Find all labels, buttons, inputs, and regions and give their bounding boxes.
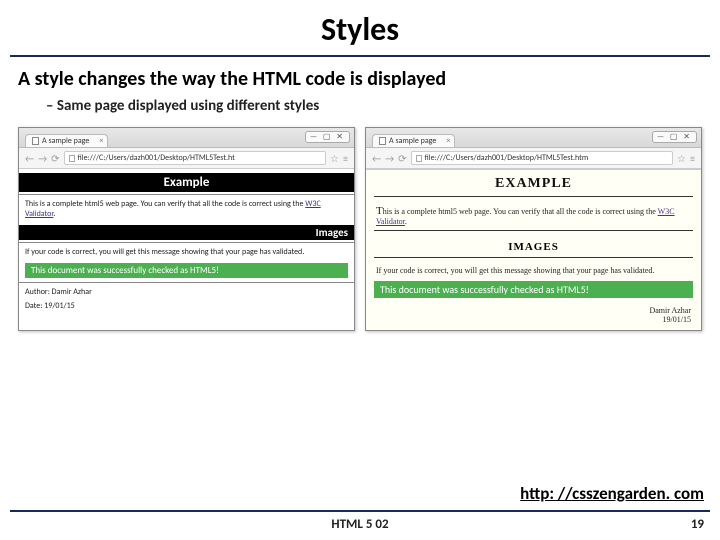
validation-banner: This document was successfully checked a…: [374, 281, 693, 298]
page-content: EXAMPLE This is a complete html5 web pag…: [366, 169, 701, 330]
close-tab-icon[interactable]: ×: [99, 136, 103, 146]
divider: [19, 194, 354, 195]
para-text: This is a complete html5 web page. You c…: [25, 199, 305, 209]
address-bar: ← → ⟳ file:///C:/Users/dazh001/Desktop/H…: [19, 148, 354, 169]
forward-icon[interactable]: →: [38, 152, 47, 165]
validation-banner: This document was successfully checked a…: [25, 263, 348, 278]
divider: [19, 242, 354, 243]
para-text-end: .: [53, 209, 55, 219]
browser-left: — ▢ ✕ A sample page × ← → ⟳ file:///C:/U…: [18, 127, 355, 331]
slide-subtitle: A style changes the way the HTML code is…: [0, 67, 720, 95]
csszengarden-link[interactable]: http: //csszengarden. com: [520, 483, 704, 504]
page-number: 19: [691, 517, 704, 532]
date-value: 19/01/15: [44, 301, 75, 311]
author-name: Damir Azhar: [649, 306, 691, 315]
forward-icon[interactable]: →: [385, 152, 394, 165]
address-bar: ← → ⟳ file:///C:/Users/dazh001/Desktop/H…: [366, 148, 701, 169]
browser-right: — ▢ ✕ A sample page × ← → ⟳ file:///C:/U…: [365, 127, 702, 331]
window-controls-left[interactable]: — ▢ ✕: [305, 131, 350, 143]
date-line: Date: 19/01/15: [19, 299, 354, 313]
url-input[interactable]: file:///C:/Users/dazh001/Desktop/HTML5Te…: [411, 151, 674, 165]
divider: [374, 257, 693, 258]
footer-center: HTML 5 02: [0, 517, 720, 532]
tab-title: A sample page: [389, 136, 436, 146]
bookmark-icon[interactable]: ☆: [330, 152, 339, 165]
url-text: file:///C:/Users/dazh001/Desktop/HTML5Te…: [78, 153, 235, 163]
page-heading: EXAMPLE: [366, 170, 701, 194]
reload-icon[interactable]: ⟳: [51, 152, 59, 165]
url-input[interactable]: file:///C:/Users/dazh001/Desktop/HTML5Te…: [64, 151, 327, 165]
window-controls-right[interactable]: — ▢ ✕: [652, 131, 697, 143]
author-name: Damir Azhar: [52, 287, 92, 297]
close-tab-icon[interactable]: ×: [446, 136, 450, 146]
heading-underline: [374, 196, 693, 197]
back-icon[interactable]: ←: [372, 152, 381, 165]
menu-icon[interactable]: ≡: [343, 152, 348, 165]
page-content: Example This is a complete html5 web pag…: [19, 173, 354, 313]
title-rule: [10, 55, 710, 57]
menu-icon[interactable]: ≡: [690, 152, 695, 165]
paragraph-2: If your code is correct, you will get th…: [366, 264, 701, 277]
divider: [374, 230, 693, 231]
para-text-end: .: [405, 217, 407, 226]
paragraph-1: This is a complete html5 web page. You c…: [366, 203, 701, 228]
paragraph-1: This is a complete html5 web page. You c…: [19, 197, 354, 221]
tab-bar: A sample page ×: [19, 128, 354, 148]
tab-bar: A sample page ×: [366, 128, 701, 148]
author-label: Author:: [25, 287, 52, 297]
slide-title: Styles: [0, 0, 720, 55]
date-label: Date:: [25, 301, 44, 311]
url-text: file:///C:/Users/dazh001/Desktop/HTML5Te…: [425, 153, 589, 163]
reload-icon[interactable]: ⟳: [398, 152, 406, 165]
author-date: Damir Azhar 19/01/15: [366, 302, 701, 330]
page-subheading: Images: [19, 225, 354, 240]
back-icon[interactable]: ←: [25, 152, 34, 165]
bookmark-icon[interactable]: ☆: [677, 152, 686, 165]
tab-title: A sample page: [42, 136, 89, 146]
divider: [19, 282, 354, 283]
page-icon: [32, 137, 39, 145]
slide-bullet: Same page displayed using different styl…: [0, 95, 720, 127]
drop-cap: T: [376, 205, 383, 217]
author-line: Author: Damir Azhar: [19, 285, 354, 299]
page-icon: [379, 137, 386, 145]
footer-rule: [10, 510, 710, 512]
date-value: 19/01/15: [663, 315, 691, 324]
page-heading: Example: [19, 173, 354, 192]
paragraph-2: If your code is correct, you will get th…: [19, 245, 354, 259]
screenshots-row: — ▢ ✕ A sample page × ← → ⟳ file:///C:/U…: [0, 127, 720, 331]
browser-tab[interactable]: A sample page ×: [372, 134, 455, 147]
file-icon: [416, 155, 422, 162]
browser-tab[interactable]: A sample page ×: [25, 134, 108, 147]
page-subheading: IMAGES: [366, 237, 701, 255]
file-icon: [69, 155, 75, 162]
para-text: his is a complete html5 web page. You ca…: [383, 207, 658, 216]
